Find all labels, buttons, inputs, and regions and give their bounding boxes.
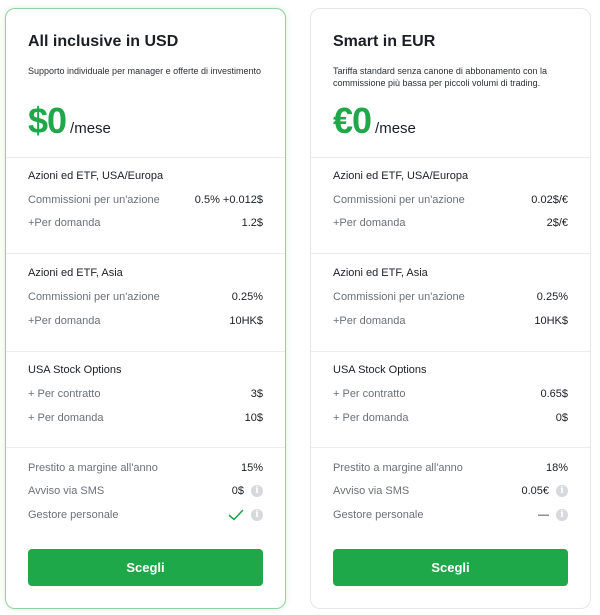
extra-value-wrap: 0$ i (232, 485, 263, 497)
plan-price: €0 /mese (333, 99, 416, 143)
extra-label: Gestore personale (333, 509, 424, 521)
extra-value-wrap: — i (538, 509, 568, 521)
fee-value: 0$ (555, 412, 568, 424)
price-unit: /mese (70, 120, 111, 137)
divider (311, 447, 590, 448)
plan-card-smart-eur: Smart in EUR Tariffa standard senza cano… (310, 8, 591, 609)
section-title: Azioni ed ETF, Asia (333, 267, 428, 279)
extra-row-sms-alert: Avviso via SMS 0$ i (28, 483, 263, 499)
fee-value: 0.65$ (540, 388, 568, 400)
fee-label: + Per domanda (333, 412, 409, 424)
extra-row-sms-alert: Avviso via SMS 0.05€ i (333, 483, 568, 499)
price-amount: $0 (28, 100, 67, 141)
plan-description: Tariffa standard senza canone di abbonam… (333, 66, 547, 88)
extra-row-margin-loan: Prestito a margine all'anno 18% (333, 460, 568, 476)
info-icon[interactable]: i (556, 509, 568, 521)
section-title: USA Stock Options (333, 364, 427, 376)
fee-label: Commissioni per un'azione (28, 291, 160, 303)
fee-value: 0.02$/€ (531, 194, 568, 206)
fee-label: Commissioni per un'azione (333, 291, 465, 303)
info-icon[interactable]: i (251, 509, 263, 521)
fee-row: Commissioni per un'azione 0.5% +0.012$ (28, 192, 263, 208)
divider (6, 447, 285, 448)
divider (311, 351, 590, 352)
fee-value: 3$ (250, 388, 263, 400)
fee-label: +Per domanda (28, 217, 101, 229)
fee-label: + Per contratto (28, 388, 101, 400)
fee-label: +Per domanda (333, 315, 406, 327)
fee-value: 10$ (244, 412, 263, 424)
divider (311, 253, 590, 254)
fee-label: +Per domanda (28, 315, 101, 327)
fee-row: Commissioni per un'azione 0.02$/€ (333, 192, 568, 208)
fee-label: Commissioni per un'azione (28, 194, 160, 206)
fee-label: +Per domanda (333, 217, 406, 229)
section-title: Azioni ed ETF, USA/Europa (28, 170, 164, 182)
extra-value: 0$ (231, 485, 244, 497)
choose-plan-button[interactable]: Scegli (28, 549, 263, 586)
divider (6, 253, 285, 254)
extra-value: — (538, 509, 549, 521)
plan-title: Smart in EUR (333, 33, 436, 50)
extra-value-wrap: 0.05€ i (521, 485, 568, 497)
price-unit: /mese (375, 120, 416, 137)
plan-card-all-inclusive-usd: All inclusive in USD Supporto individual… (5, 8, 286, 609)
fee-value: 0.25% (536, 291, 568, 303)
fee-row: Commissioni per un'azione 0.25% (333, 289, 568, 305)
fee-value: 2$/€ (546, 217, 568, 229)
fee-row: +Per domanda 10HK$ (28, 313, 263, 329)
extra-value: 15% (240, 462, 263, 474)
fee-row: +Per domanda 10HK$ (333, 313, 568, 329)
extra-value: 18% (545, 462, 568, 474)
fee-row: + Per contratto 0.65$ (333, 386, 568, 402)
fee-value: 10HK$ (534, 315, 568, 327)
divider (311, 157, 590, 158)
section-title: Azioni ed ETF, USA/Europa (333, 170, 469, 182)
fee-row: + Per contratto 3$ (28, 386, 263, 402)
fee-value: 1.2$ (241, 217, 263, 229)
extra-label: Prestito a margine all'anno (333, 462, 463, 474)
plan-price: $0 /mese (28, 99, 111, 143)
price-amount: €0 (333, 100, 372, 141)
extra-label: Avviso via SMS (333, 485, 410, 497)
info-icon[interactable]: i (556, 485, 568, 497)
fee-value: 10HK$ (229, 315, 263, 327)
section-title: USA Stock Options (28, 364, 122, 376)
fee-value: 0.5% +0.012$ (194, 194, 263, 206)
fee-row: +Per domanda 1.2$ (28, 215, 263, 231)
fee-value: 0.25% (231, 291, 263, 303)
info-icon[interactable]: i (251, 485, 263, 497)
extra-value-wrap: i (228, 509, 263, 521)
fee-label: Commissioni per un'azione (333, 194, 465, 206)
fee-label: + Per contratto (333, 388, 406, 400)
plan-description: Supporto individuale per manager e offer… (28, 66, 261, 76)
fee-row: +Per domanda 2$/€ (333, 215, 568, 231)
fee-label: + Per domanda (28, 412, 104, 424)
divider (6, 157, 285, 158)
fee-row: + Per domanda 0$ (333, 410, 568, 426)
fee-row: + Per domanda 10$ (28, 410, 263, 426)
extra-row-personal-manager: Gestore personale i (28, 507, 263, 523)
extra-row-margin-loan: Prestito a margine all'anno 15% (28, 460, 263, 476)
check-icon (228, 509, 244, 521)
extra-row-personal-manager: Gestore personale — i (333, 507, 568, 523)
fee-row: Commissioni per un'azione 0.25% (28, 289, 263, 305)
section-title: Azioni ed ETF, Asia (28, 267, 123, 279)
extra-value: 0.05€ (521, 485, 549, 497)
extra-label: Gestore personale (28, 509, 119, 521)
choose-plan-button[interactable]: Scegli (333, 549, 568, 586)
plan-title: All inclusive in USD (28, 33, 179, 50)
extra-label: Prestito a margine all'anno (28, 462, 158, 474)
extra-label: Avviso via SMS (28, 485, 105, 497)
divider (6, 351, 285, 352)
